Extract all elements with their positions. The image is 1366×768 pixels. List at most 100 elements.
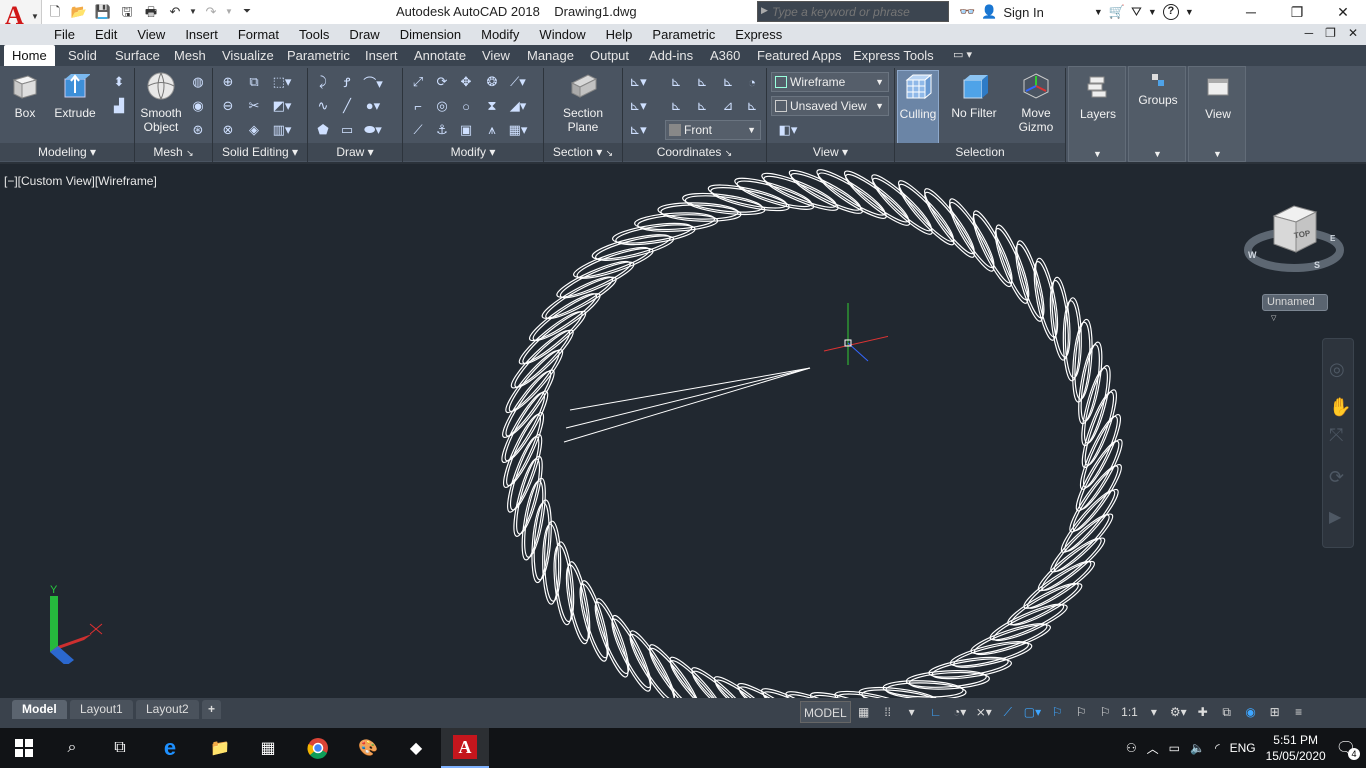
layout-tab-layout2[interactable]: Layout2: [136, 700, 199, 719]
drawing-viewport[interactable]: [−][Custom View][Wireframe] TOP W S E Un…: [0, 166, 1366, 698]
wifi-icon[interactable]: ◜: [1215, 741, 1220, 755]
undo-dropdown-icon[interactable]: ▼: [188, 3, 198, 21]
binoculars-icon[interactable]: 👓: [959, 4, 975, 20]
isodraft-icon[interactable]: ⨯▾: [973, 701, 995, 723]
ucs-menu-dropdown[interactable]: Unnamed ▽: [1262, 294, 1328, 322]
panel-title-mesh[interactable]: Mesh ↘: [135, 143, 212, 161]
slice-icon[interactable]: ✂: [243, 96, 265, 116]
chevron-down-icon[interactable]: ▼: [1148, 7, 1157, 17]
restore-button[interactable]: ❐: [1274, 0, 1320, 24]
volume-icon[interactable]: 🔈: [1190, 741, 1205, 755]
3d-move-icon[interactable]: ⤢: [407, 72, 429, 92]
panel-title-coordinates[interactable]: Coordinates ↘: [623, 143, 766, 161]
chevron-down-icon[interactable]: ▾: [1143, 701, 1165, 723]
fillet-icon[interactable]: ⌐: [407, 96, 429, 116]
grid-icon[interactable]: ▦: [853, 701, 875, 723]
extrude-faces-icon[interactable]: ◩▾: [271, 96, 293, 116]
doc-close-button[interactable]: ✕: [1348, 26, 1358, 40]
intersect-icon[interactable]: ⊗: [217, 120, 239, 140]
3d-rotate-icon[interactable]: ⟳: [431, 72, 453, 92]
ucs-previous-icon[interactable]: ⊾: [665, 96, 687, 116]
rectangle-icon[interactable]: ▭: [336, 120, 358, 140]
paint-icon[interactable]: 🎨: [344, 728, 392, 768]
spline-icon[interactable]: ∿: [312, 96, 334, 116]
ucs-x-icon[interactable]: ⊾: [691, 96, 713, 116]
panel-groups[interactable]: Groups ▼: [1128, 66, 1186, 162]
search-input[interactable]: [758, 2, 948, 21]
section-plane-button[interactable]: Section Plane: [558, 70, 608, 134]
redo-icon[interactable]: ↷: [200, 3, 222, 21]
menu-item-dimension[interactable]: Dimension: [390, 27, 471, 42]
battery-icon[interactable]: ▭: [1169, 741, 1180, 755]
ucs-icon-toggle[interactable]: ◔: [741, 72, 763, 92]
ucs-named-icon[interactable]: ⊾▾: [627, 96, 649, 116]
tab-insert[interactable]: Insert: [357, 45, 406, 66]
stretch-icon[interactable]: ⩚: [481, 120, 503, 140]
mesh-smooth-less-icon[interactable]: ◉: [187, 96, 209, 116]
language-indicator[interactable]: ENG: [1230, 741, 1256, 755]
menu-item-window[interactable]: Window: [529, 27, 595, 42]
cart-icon[interactable]: 🛒: [1109, 4, 1125, 20]
menu-item-draw[interactable]: Draw: [339, 27, 389, 42]
new-file-icon[interactable]: 🗋: [44, 3, 66, 21]
ortho-icon[interactable]: ∟: [925, 701, 947, 723]
polar-tracking-icon[interactable]: ◔▾: [949, 701, 971, 723]
close-button[interactable]: ✕: [1320, 0, 1366, 24]
tab-parametric[interactable]: Parametric: [279, 45, 358, 66]
orbit-icon[interactable]: ⟳: [1329, 467, 1344, 488]
3d-align-icon[interactable]: ◎: [431, 96, 453, 116]
help-icon[interactable]: ?: [1162, 4, 1179, 20]
panel-layers[interactable]: Layers ▼: [1068, 66, 1126, 162]
tab-solid[interactable]: Solid: [60, 45, 105, 66]
ucs-3point-icon[interactable]: ⊾: [717, 72, 739, 92]
tab-express-tools[interactable]: Express Tools: [845, 45, 942, 66]
open-file-icon[interactable]: 📂: [68, 3, 90, 21]
mirror-icon[interactable]: ⧗: [481, 96, 503, 116]
box-button[interactable]: Box: [6, 70, 44, 120]
tab-output[interactable]: Output: [582, 45, 637, 66]
move-icon[interactable]: ✥: [455, 72, 477, 92]
annotation-scale-value[interactable]: 1:1: [1118, 701, 1141, 723]
zoom-extents-icon[interactable]: ⤧: [1329, 425, 1343, 446]
annotation-monitor-icon[interactable]: ✚: [1192, 701, 1214, 723]
steering-wheel-icon[interactable]: ◎: [1329, 359, 1345, 380]
chrome-icon[interactable]: [294, 728, 342, 768]
compass-west[interactable]: W: [1248, 250, 1257, 260]
array-rect-icon[interactable]: ▦▾: [507, 120, 529, 140]
a360-icon[interactable]: ⛛: [1131, 4, 1142, 20]
pan-icon[interactable]: ✋: [1329, 397, 1351, 418]
copy-icon[interactable]: ❂: [481, 72, 503, 92]
visual-style-dropdown[interactable]: Wireframe ▼: [771, 72, 889, 92]
annotation-visibility-icon[interactable]: ⚐: [1046, 701, 1068, 723]
redo-dropdown-icon[interactable]: ▼: [224, 3, 234, 21]
move-gizmo-button[interactable]: Move Gizmo: [1011, 70, 1061, 134]
groups-button[interactable]: Groups: [1133, 71, 1183, 107]
separate-icon[interactable]: ⧉: [243, 72, 265, 92]
tab-home[interactable]: Home: [4, 45, 55, 66]
menu-item-express[interactable]: Express: [725, 27, 792, 42]
isolate-objects-icon[interactable]: ◉: [1240, 701, 1262, 723]
ucs-world-icon[interactable]: ⊾: [665, 72, 687, 92]
refine-mesh-icon[interactable]: ⊛: [187, 120, 209, 140]
smooth-object-button[interactable]: Smooth Object: [137, 70, 185, 134]
units-icon[interactable]: ⧉: [1216, 701, 1238, 723]
annotation-scale-icon[interactable]: ⚐: [1094, 701, 1116, 723]
trim-icon[interactable]: ⟋: [407, 120, 429, 140]
notification-center-icon[interactable]: 🗨 4: [1336, 738, 1360, 760]
menu-item-tools[interactable]: Tools: [289, 27, 339, 42]
tab-a360[interactable]: A360: [702, 45, 748, 66]
ucs-object-icon[interactable]: ⊾: [741, 96, 763, 116]
chevron-down-icon[interactable]: ▼: [1094, 7, 1103, 17]
polygon-icon[interactable]: ⬟: [312, 120, 334, 140]
arc-icon[interactable]: ⌒▾: [362, 72, 384, 92]
separate-solids-icon[interactable]: ▥▾: [271, 120, 293, 140]
snap-icon[interactable]: ⁞⁞: [877, 701, 899, 723]
ellipse-icon[interactable]: ⬬▾: [362, 120, 384, 140]
extrude-button[interactable]: Extrude: [52, 70, 98, 120]
menu-item-file[interactable]: File: [44, 27, 85, 42]
tab-mesh[interactable]: Mesh: [166, 45, 214, 66]
file-explorer-icon[interactable]: 📁: [196, 728, 244, 768]
viewport-config-icon[interactable]: ◧▾: [771, 120, 805, 140]
tab-visualize[interactable]: Visualize: [214, 45, 282, 66]
chevron-down-icon[interactable]: ▼: [1185, 7, 1194, 17]
